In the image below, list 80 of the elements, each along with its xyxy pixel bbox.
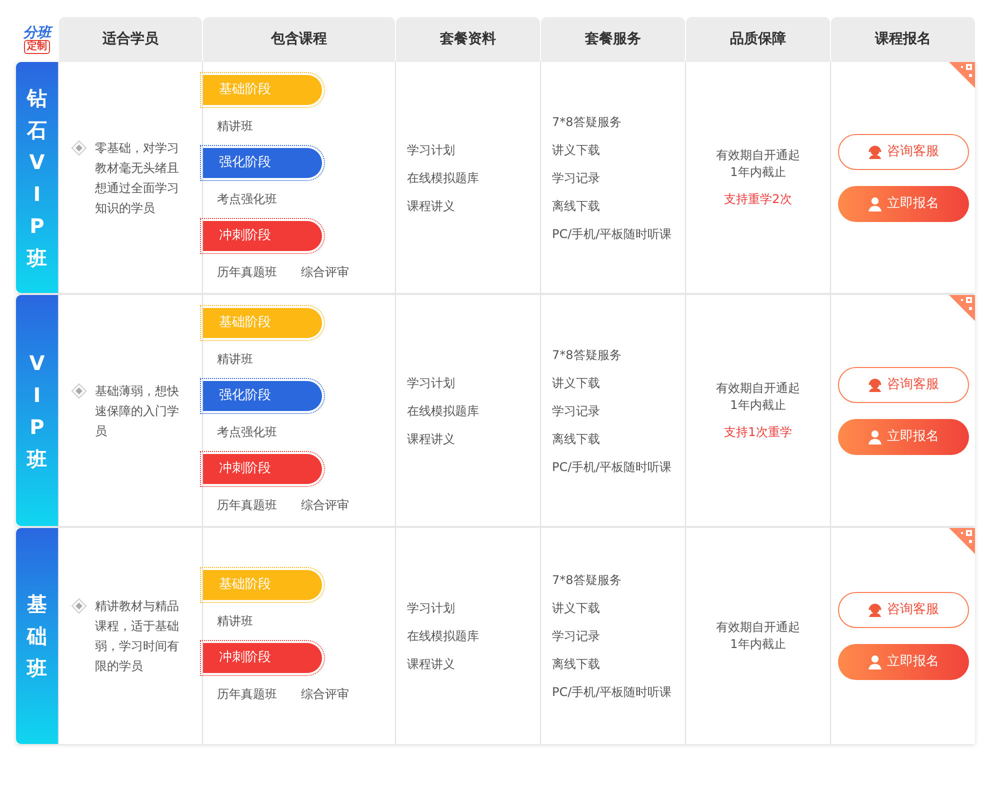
material-item: 学习计划 <box>406 374 456 392</box>
service-item: 7*8答疑服务 <box>551 114 622 130</box>
course-name: 考点强化班 <box>217 424 277 441</box>
material-item: 在线模拟题库 <box>406 628 480 645</box>
service-item: 离线下载 <box>551 430 601 448</box>
person-icon <box>867 428 883 444</box>
person-icon <box>867 196 883 212</box>
service-item: 7*8答疑服务 <box>551 572 622 589</box>
column-header: 适合学员 <box>59 17 202 62</box>
service-item: 讲义下载 <box>551 600 601 617</box>
material-item: 课程讲义 <box>406 430 456 448</box>
course-name: 精讲班 <box>217 351 253 368</box>
tier-name: VIP班 <box>27 350 47 472</box>
material-item: 学习计划 <box>406 142 456 158</box>
column-header: 课程报名 <box>831 17 975 62</box>
guarantee-text: 有效期自开通起 <box>715 380 801 397</box>
column-header: 套餐服务 <box>541 17 685 62</box>
course-name: 精讲班 <box>217 613 253 630</box>
consult-button[interactable]: 咨询客服 <box>838 366 968 402</box>
course-name: 精讲班 <box>217 118 253 135</box>
audience-text: 零基础，对学习教材毫无头绪且想通过全面学习知识的学员 <box>95 140 180 216</box>
column-header: 包含课程 <box>203 17 395 62</box>
course-name: 历年真题班 <box>217 497 277 514</box>
headset-icon <box>867 144 883 160</box>
service-item: 学习记录 <box>551 170 601 186</box>
enroll-button[interactable]: 立即报名 <box>838 418 968 454</box>
headset-icon <box>867 602 883 618</box>
column-header: 品质保障 <box>686 17 830 62</box>
course-name: 历年真题班 <box>217 264 277 281</box>
stage-tag: 冲刺阶段 <box>203 454 322 484</box>
material-item: 在线模拟题库 <box>406 402 480 420</box>
audience-text: 基础薄弱，想快速保障的入门学员 <box>95 382 180 440</box>
enroll-button[interactable]: 立即报名 <box>838 186 968 222</box>
logo-text: 分班 <box>23 26 51 40</box>
guarantee-text: 有效期自开通起 <box>715 619 801 636</box>
material-item: 学习计划 <box>406 600 456 617</box>
material-item: 课程讲义 <box>406 656 456 673</box>
service-item: 学习记录 <box>551 402 601 420</box>
stage-tag: 冲刺阶段 <box>203 221 322 251</box>
stage-tag: 基础阶段 <box>203 570 322 600</box>
guarantee-text: 1年内截止 <box>729 636 787 653</box>
tier-name: 钻石VIP班 <box>27 84 47 272</box>
enroll-button[interactable]: 立即报名 <box>838 644 968 680</box>
consult-button[interactable]: 咨询客服 <box>838 134 968 170</box>
guarantee-text: 1年内截止 <box>729 164 787 181</box>
service-item: 学习记录 <box>551 628 601 645</box>
service-item: 讲义下载 <box>551 374 601 392</box>
guarantee-text: 有效期自开通起 <box>715 147 801 164</box>
course-name: 考点强化班 <box>217 191 277 208</box>
stage-tag: 强化阶段 <box>203 381 322 411</box>
column-header: 套餐资料 <box>396 17 540 62</box>
stage-tag: 基础阶段 <box>203 308 322 338</box>
course-name: 历年真题班 <box>217 686 277 703</box>
stage-tag: 强化阶段 <box>203 148 322 178</box>
stage-tag: 基础阶段 <box>203 75 322 105</box>
guarantee-text: 1年内截止 <box>729 397 787 414</box>
stage-tag: 冲刺阶段 <box>203 643 322 673</box>
service-item: PC/手机/平板随时听课 <box>551 684 673 701</box>
course-name: 综合评审 <box>301 686 349 703</box>
service-item: 离线下载 <box>551 198 601 214</box>
service-item: 7*8答疑服务 <box>551 346 622 364</box>
logo-tag: 定制 <box>24 40 50 54</box>
retake-note: 支持1次重学 <box>723 424 793 441</box>
service-item: 离线下载 <box>551 656 601 673</box>
course-name: 综合评审 <box>301 264 349 281</box>
service-item: PC/手机/平板随时听课 <box>551 458 673 476</box>
person-icon <box>867 654 883 670</box>
diamond-icon <box>71 140 87 156</box>
tier-name: 基础班 <box>27 591 47 682</box>
consult-button[interactable]: 咨询客服 <box>838 592 968 628</box>
material-item: 课程讲义 <box>406 198 456 214</box>
service-item: PC/手机/平板随时听课 <box>551 226 673 242</box>
diamond-icon <box>71 598 87 614</box>
material-item: 在线模拟题库 <box>406 170 480 186</box>
service-item: 讲义下载 <box>551 142 601 158</box>
audience-text: 精讲教材与精品课程，适于基础弱，学习时间有限的学员 <box>95 598 180 675</box>
diamond-icon <box>71 382 87 398</box>
retake-note: 支持重学2次 <box>723 191 793 208</box>
course-name: 综合评审 <box>301 497 349 514</box>
headset-icon <box>867 376 883 392</box>
